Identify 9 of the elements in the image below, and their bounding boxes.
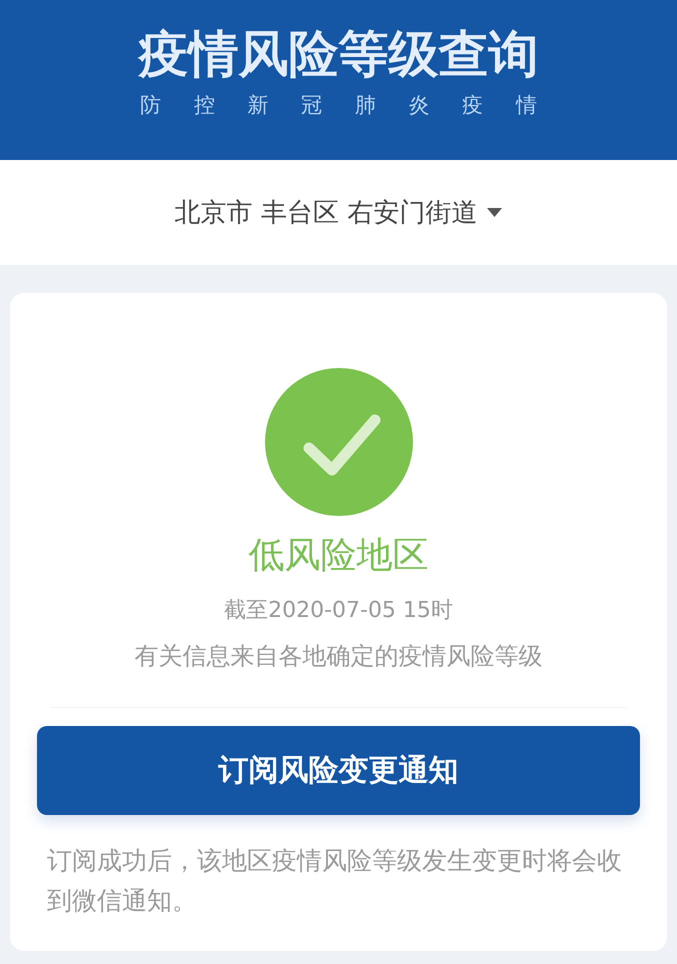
- risk-level-label: 低风险地区: [248, 534, 428, 578]
- update-time: 截至2020-07-05 15时: [224, 597, 453, 625]
- source-note: 有关信息来自各地确定的疫情风险等级: [134, 641, 542, 671]
- subscribe-note: 订阅成功后，该地区疫情风险等级发生变更时将会收到微信通知。: [47, 845, 623, 917]
- app-subtitle: 防 控 新 冠 肺 炎 疫 情: [140, 92, 550, 118]
- app-title: 疫情风险等级查询: [138, 26, 538, 82]
- location-selector[interactable]: 北京市 丰台区 右安门街道: [174, 196, 502, 230]
- caret-icon: [487, 208, 502, 217]
- subscribe-button[interactable]: 订阅风险变更通知: [37, 726, 640, 815]
